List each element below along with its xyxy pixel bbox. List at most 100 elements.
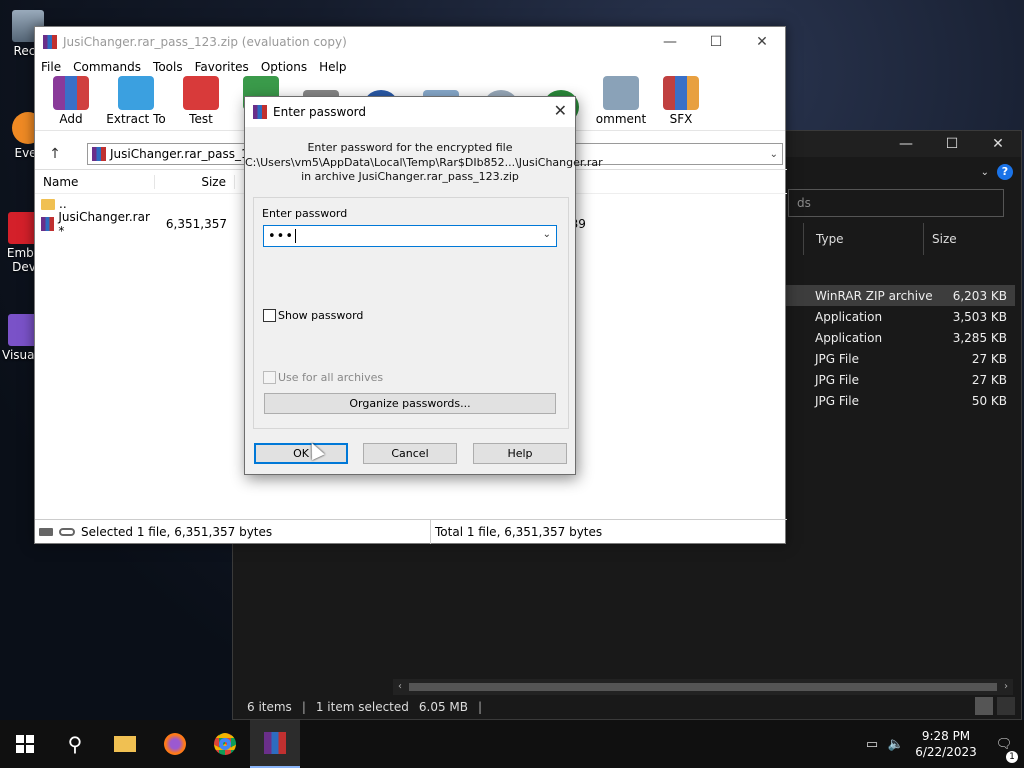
password-input[interactable]: ••• ⌄ <box>263 225 557 247</box>
text-caret <box>295 229 297 243</box>
column-header-size[interactable]: Size <box>923 223 1003 255</box>
winrar-titlebar: JusiChanger.rar_pass_123.zip (evaluation… <box>35 27 785 57</box>
toolbar-label: Test <box>189 112 213 126</box>
password-mask: ••• <box>268 228 295 244</box>
dialog-titlebar: Enter password ✕ <box>245 97 575 127</box>
comment-button[interactable]: omment <box>591 76 651 130</box>
column-header-size[interactable]: Size <box>155 174 235 189</box>
network-icon[interactable]: ▭ <box>860 737 884 752</box>
file-explorer-taskbar-button[interactable] <box>100 720 150 768</box>
file-size: 27 KB <box>971 372 1007 387</box>
horizontal-scrollbar[interactable]: ‹ › <box>393 679 1013 695</box>
menu-favorites[interactable]: Favorites <box>191 57 253 77</box>
status-separator: | <box>301 700 306 714</box>
column-header-type[interactable]: Type <box>803 223 923 255</box>
folder-extract-icon <box>118 76 154 110</box>
add-button[interactable]: Add <box>41 76 101 130</box>
file-size: 3,503 KB <box>952 309 1007 324</box>
large-icons-view-icon[interactable] <box>997 697 1015 715</box>
status-selected: Selected 1 file, 6,351,357 bytes <box>81 524 273 539</box>
close-icon[interactable]: ✕ <box>739 27 785 57</box>
use-for-all-archives-checkbox: Use for all archives <box>263 371 383 384</box>
help-button[interactable]: Help <box>473 443 567 464</box>
scrollbar-thumb[interactable] <box>409 683 997 691</box>
checkbox-label: Use for all archives <box>278 371 384 384</box>
drive-icon <box>39 527 53 536</box>
file-size: 6,351,357 <box>165 217 227 231</box>
up-arrow-icon[interactable]: ↑ <box>35 146 75 162</box>
chevron-down-icon[interactable]: ⌄ <box>770 149 778 160</box>
explorer-column-headers: Type Size <box>803 223 1013 255</box>
chrome-taskbar-button[interactable] <box>200 720 250 768</box>
file-type: JPG File <box>815 372 859 387</box>
cancel-button[interactable]: Cancel <box>363 443 457 464</box>
windows-logo-icon <box>16 735 34 753</box>
info-archive: in archive JusiChanger.rar_pass_123.zip <box>301 170 519 183</box>
search-button[interactable]: ⚲ <box>50 720 100 768</box>
start-button[interactable] <box>0 720 50 768</box>
comment-icon <box>603 76 639 110</box>
menu-commands[interactable]: Commands <box>69 57 145 77</box>
status-separator: | <box>478 700 483 714</box>
explorer-file-row[interactable]: Application 3,285 KB <box>785 327 1015 348</box>
enter-password-dialog: Enter password ✕ Enter password for the … <box>244 96 603 475</box>
show-password-checkbox[interactable]: Show password <box>263 309 363 322</box>
file-type: Application <box>815 330 883 345</box>
maximize-icon[interactable]: ☐ <box>929 131 975 157</box>
help-icon[interactable]: ? <box>997 164 1013 180</box>
close-icon[interactable]: ✕ <box>554 103 567 119</box>
file-size: 3,285 KB <box>952 330 1007 345</box>
notification-icon: 🗨 <box>995 736 1013 752</box>
winrar-status-bar: Selected 1 file, 6,351,357 bytes Total 1… <box>35 519 787 544</box>
extract-to-button[interactable]: Extract To <box>101 76 171 130</box>
explorer-file-row[interactable]: JPG File 27 KB <box>785 348 1015 369</box>
organize-passwords-button[interactable]: Organize passwords... <box>264 393 556 414</box>
ok-button[interactable]: OK <box>254 443 348 464</box>
clock[interactable]: 9:28 PM 6/22/2023 <box>908 728 984 760</box>
checkbox-label: Show password <box>278 309 364 322</box>
menu-file[interactable]: File <box>37 57 65 77</box>
explorer-search-input[interactable]: ds <box>788 189 1004 217</box>
desktop: Recy Ever Emba Dev Visua 2 — ☐ ✕ ⌄ ? ds … <box>0 0 1024 720</box>
sfx-button[interactable]: SFX <box>651 76 711 130</box>
file-type: WinRAR ZIP archive <box>815 288 933 303</box>
checkbox-box[interactable] <box>263 309 276 322</box>
column-header-name[interactable]: Name <box>35 174 155 189</box>
explorer-file-row[interactable]: JPG File 50 KB <box>785 390 1015 411</box>
folder-icon <box>114 736 136 752</box>
explorer-file-row[interactable]: JPG File 27 KB <box>785 369 1015 390</box>
minimize-icon[interactable]: — <box>647 27 693 57</box>
winrar-app-icon <box>253 105 267 119</box>
notification-center-button[interactable]: 🗨 1 <box>984 736 1024 763</box>
key-icon <box>59 527 75 536</box>
winrar-taskbar-button[interactable] <box>250 720 300 768</box>
explorer-file-row[interactable]: WinRAR ZIP archive 6,203 KB <box>785 285 1015 306</box>
menu-options[interactable]: Options <box>257 57 311 77</box>
scroll-right-icon[interactable]: › <box>999 679 1013 695</box>
toolbar-label: omment <box>595 112 647 126</box>
status-total: Total 1 file, 6,351,357 bytes <box>435 524 603 539</box>
status-selected: 1 item selected <box>315 700 409 714</box>
menu-help[interactable]: Help <box>315 57 350 77</box>
test-button[interactable]: Test <box>171 76 231 130</box>
window-title: JusiChanger.rar_pass_123.zip (evaluation… <box>63 35 347 49</box>
scroll-left-icon[interactable]: ‹ <box>393 679 407 695</box>
maximize-icon[interactable]: ☐ <box>693 27 739 57</box>
toolbar-label: Extract To <box>106 112 166 126</box>
taskbar: ⚲ ▭ 🔈 9:28 PM 6/22/2023 🗨 1 <box>0 720 1024 768</box>
clock-date: 6/22/2023 <box>915 745 977 759</box>
chevron-down-icon[interactable]: ⌄ <box>981 167 989 178</box>
toolbar-label: Add <box>59 112 83 126</box>
search-icon: ⚲ <box>67 732 83 756</box>
dialog-title: Enter password <box>273 105 366 119</box>
sfx-icon <box>663 76 699 110</box>
explorer-file-row[interactable]: Application 3,503 KB <box>785 306 1015 327</box>
firefox-taskbar-button[interactable] <box>150 720 200 768</box>
details-view-icon[interactable] <box>975 697 993 715</box>
menu-tools[interactable]: Tools <box>149 57 187 77</box>
file-size: 27 KB <box>971 351 1007 366</box>
close-icon[interactable]: ✕ <box>975 131 1021 157</box>
minimize-icon[interactable]: — <box>883 131 929 157</box>
chevron-down-icon[interactable]: ⌄ <box>543 229 552 240</box>
volume-muted-icon[interactable]: 🔈 <box>884 737 908 752</box>
